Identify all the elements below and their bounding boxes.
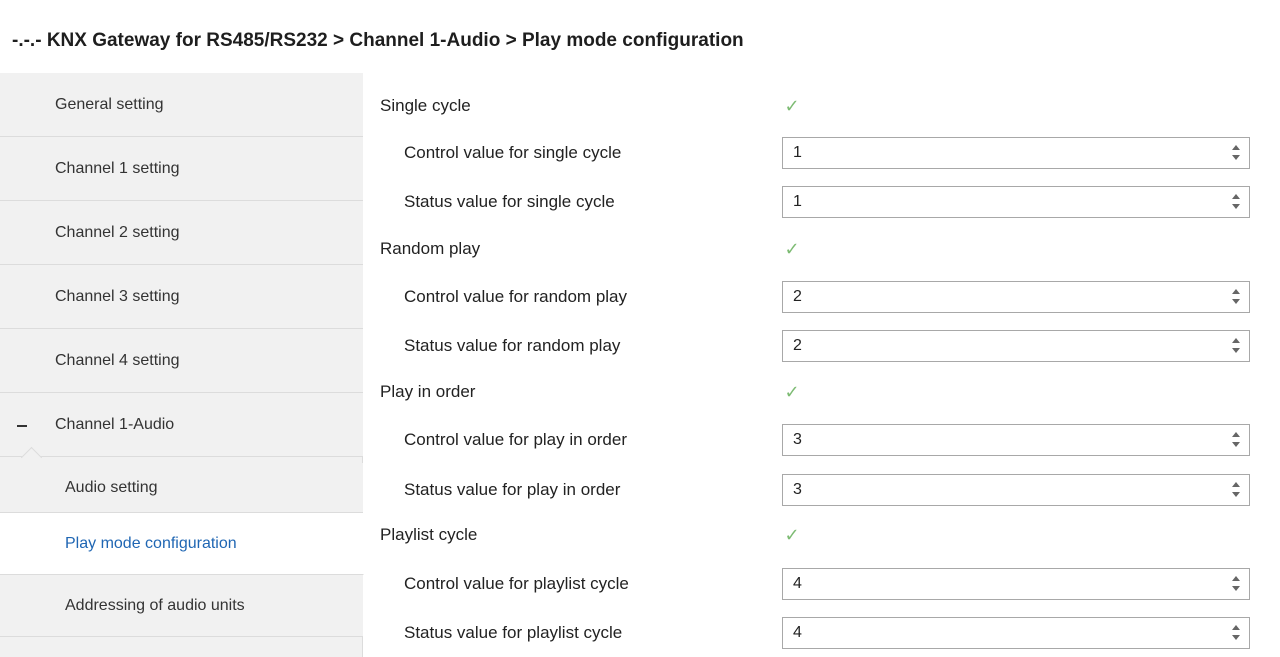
sidebar-item-channel-1-setting[interactable]: Channel 1 setting xyxy=(0,137,363,201)
checkmark-icon: ✓ xyxy=(784,239,800,259)
sidebar-item-label: Channel 1 setting xyxy=(55,159,180,177)
checkmark-icon: ✓ xyxy=(784,525,800,545)
playlist-cycle-status-label: Status value for playlist cycle xyxy=(404,623,623,642)
play-in-order-control-input[interactable]: 3 xyxy=(782,424,1250,456)
spin-arrows-icon[interactable] xyxy=(1231,143,1241,163)
sidebar-item-label: General setting xyxy=(55,95,164,113)
random-play-status-label: Status value for random play xyxy=(404,336,621,355)
sidebar-item-label: Channel 4 setting xyxy=(55,351,180,369)
sidebar-item-audio-setting[interactable]: Audio setting xyxy=(0,463,363,513)
sidebar-item-addressing-of-audio-units[interactable]: Addressing of audio units xyxy=(0,575,363,637)
checkmark-icon: ✓ xyxy=(784,382,800,402)
minus-icon[interactable] xyxy=(17,424,27,427)
playlist-cycle-status-input[interactable]: 4 xyxy=(782,617,1250,649)
sidebar-item-channel-4-setting[interactable]: Channel 4 setting xyxy=(0,329,363,393)
playlist-cycle-control-label: Control value for playlist cycle xyxy=(404,574,629,593)
random-play-control-input[interactable]: 2 xyxy=(782,281,1250,313)
sidebar-item-label: Addressing of audio units xyxy=(65,596,245,614)
sidebar-item-label: Channel 3 setting xyxy=(55,287,180,305)
single-cycle-control-label: Control value for single cycle xyxy=(404,143,622,162)
checkmark-icon: ✓ xyxy=(784,96,800,116)
play-in-order-label: Play in order xyxy=(380,382,476,401)
play-in-order-control-label: Control value for play in order xyxy=(404,430,628,449)
spin-arrows-icon[interactable] xyxy=(1231,623,1241,643)
single-cycle-checkbox[interactable]: ✓ xyxy=(782,96,802,116)
random-play-status-input[interactable]: 2 xyxy=(782,330,1250,362)
single-cycle-status-label: Status value for single cycle xyxy=(404,192,615,211)
single-cycle-label: Single cycle xyxy=(380,96,471,115)
sidebar-item-channel-3-setting[interactable]: Channel 3 setting xyxy=(0,265,363,329)
spin-arrows-icon[interactable] xyxy=(1231,480,1241,500)
sidebar-item-general-setting[interactable]: General setting xyxy=(0,73,363,137)
spin-arrows-icon[interactable] xyxy=(1231,192,1241,212)
playlist-cycle-checkbox[interactable]: ✓ xyxy=(782,525,802,545)
spin-value: 2 xyxy=(793,337,802,354)
sidebar-item-play-mode-configuration[interactable]: Play mode configuration xyxy=(0,513,364,575)
sidebar-item-label: Play mode configuration xyxy=(65,534,237,552)
playlist-cycle-label: Playlist cycle xyxy=(380,525,478,544)
sidebar-item-label: Audio setting xyxy=(65,478,158,496)
spin-arrows-icon[interactable] xyxy=(1231,336,1241,356)
random-play-checkbox[interactable]: ✓ xyxy=(782,239,802,259)
spin-arrows-icon[interactable] xyxy=(1231,574,1241,594)
settings-panel: Single cycle ✓ Control value for single … xyxy=(364,73,1280,657)
spin-arrows-icon[interactable] xyxy=(1231,430,1241,450)
sidebar-item-channel-2-setting[interactable]: Channel 2 setting xyxy=(0,201,363,265)
random-play-control-label: Control value for random play xyxy=(404,287,628,306)
sidebar: General setting Channel 1 setting Channe… xyxy=(0,73,364,657)
playlist-cycle-control-input[interactable]: 4 xyxy=(782,568,1250,600)
spin-value: 1 xyxy=(793,144,802,161)
single-cycle-status-input[interactable]: 1 xyxy=(782,186,1250,218)
play-in-order-status-input[interactable]: 3 xyxy=(782,474,1250,506)
sidebar-item-channel-1-audio[interactable]: Channel 1-Audio xyxy=(0,393,363,457)
single-cycle-control-input[interactable]: 1 xyxy=(782,137,1250,169)
spin-value: 3 xyxy=(793,481,802,498)
play-in-order-status-label: Status value for play in order xyxy=(404,480,621,499)
spin-value: 4 xyxy=(793,624,802,641)
spin-value: 4 xyxy=(793,575,802,592)
sidebar-item-label: Channel 2 setting xyxy=(55,223,180,241)
spin-value: 1 xyxy=(793,193,802,210)
breadcrumb-title: -.-.- KNX Gateway for RS485/RS232 > Chan… xyxy=(12,30,744,51)
sidebar-item-label: Channel 1-Audio xyxy=(55,415,175,433)
spin-value: 3 xyxy=(793,431,802,448)
play-in-order-checkbox[interactable]: ✓ xyxy=(782,382,802,402)
spin-value: 2 xyxy=(793,288,802,305)
random-play-label: Random play xyxy=(380,239,481,258)
spin-arrows-icon[interactable] xyxy=(1231,287,1241,307)
